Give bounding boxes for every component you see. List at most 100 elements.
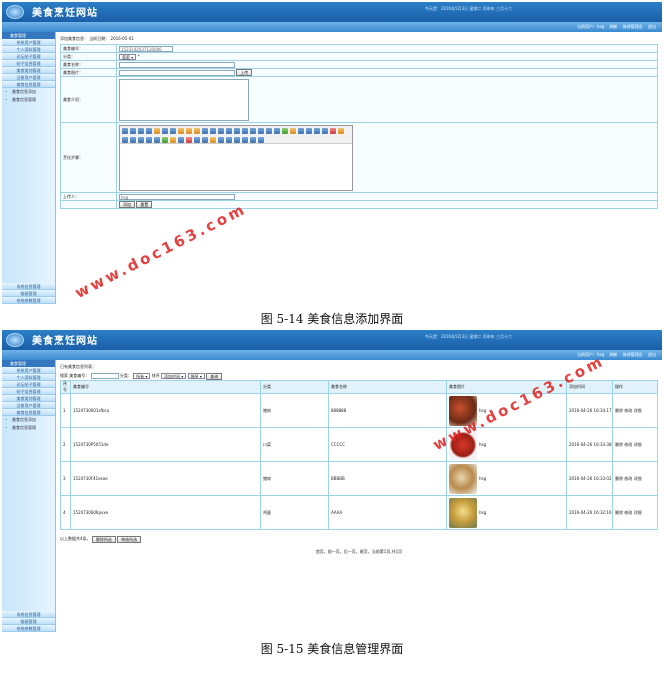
pagination[interactable]: 首页，前一页，后一页，尾页，当前第1页,共1页 <box>60 549 658 555</box>
emoticon-icon[interactable] <box>210 136 216 143</box>
flash-icon[interactable] <box>178 136 184 143</box>
about-icon[interactable] <box>258 136 264 143</box>
sort-order-select[interactable]: 降序 ▾ <box>187 373 205 379</box>
row-actions[interactable]: 删除 修改 详细 <box>612 393 658 428</box>
logout-link[interactable]: 退出 <box>648 352 656 357</box>
font-family-icon[interactable] <box>314 127 320 134</box>
sidebar-item-food-category[interactable]: 美食类别管理 <box>2 395 55 402</box>
sidebar-item-food-info[interactable]: 美食信息管理 <box>2 409 55 416</box>
modify-admin-link[interactable]: 修改管理员 <box>623 352 643 357</box>
sidebar-sub-manage-food[interactable]: 美食信息管理 <box>2 96 55 104</box>
unordered-list-icon[interactable] <box>242 127 248 134</box>
sidebar-item-system-info[interactable]: 系统信息管理 <box>2 283 55 290</box>
ordered-list-icon[interactable] <box>234 127 240 134</box>
name-input[interactable] <box>119 61 235 68</box>
upload-button[interactable]: 上传 <box>236 69 253 76</box>
row-actions[interactable]: 删除 修改 详细 <box>612 495 658 530</box>
uploader-input[interactable]: hsg <box>119 193 235 200</box>
highlight-icon[interactable] <box>338 127 344 134</box>
search-input[interactable] <box>90 373 119 379</box>
sidebar-item-links[interactable]: 链接管理 <box>2 618 55 625</box>
line-height-icon[interactable] <box>154 136 160 143</box>
align-right-icon[interactable] <box>218 127 224 134</box>
sidebar-item-profile[interactable]: 个人资料管理 <box>2 374 55 381</box>
cut-icon[interactable] <box>162 127 168 134</box>
sidebar-sub-manage-food[interactable]: 美食信息管理 <box>2 424 55 432</box>
sidebar-head[interactable]: 美食管理 <box>2 32 55 39</box>
review-selected-button[interactable]: 审核所选 <box>117 535 142 543</box>
special-char-icon[interactable] <box>218 136 224 143</box>
refresh-link[interactable]: 刷新 <box>609 24 617 29</box>
subscript-icon[interactable] <box>266 127 272 134</box>
sidebar-sub-add-food[interactable]: 美食信息添加 <box>2 416 55 424</box>
delete-selected-button[interactable]: 删除所选 <box>91 535 116 543</box>
italic-icon[interactable] <box>130 136 136 143</box>
source-icon[interactable] <box>122 127 128 134</box>
reset-button[interactable]: 重置 <box>136 201 153 208</box>
paste-text-icon[interactable] <box>186 127 192 134</box>
paste-word-icon[interactable] <box>194 127 200 134</box>
redo-icon[interactable] <box>138 127 144 134</box>
table-icon[interactable] <box>194 136 200 143</box>
preview-icon[interactable] <box>154 127 160 134</box>
align-justify-icon[interactable] <box>226 127 232 134</box>
sidebar-item-system-info[interactable]: 系统信息管理 <box>2 611 55 618</box>
logout-link[interactable]: 退出 <box>648 24 656 29</box>
sidebar-item-post-info[interactable]: 帖子信息管理 <box>2 60 55 67</box>
search-button[interactable]: 查询 <box>206 372 223 380</box>
strikethrough-icon[interactable] <box>146 136 152 143</box>
sidebar-item-forum-posts[interactable]: 论坛帖子管理 <box>2 381 55 388</box>
sidebar-item-forum-posts[interactable]: 论坛帖子管理 <box>2 53 55 60</box>
align-left-icon[interactable] <box>202 127 208 134</box>
undo-icon[interactable] <box>130 127 136 134</box>
image-icon[interactable] <box>162 136 168 143</box>
sidebar-head[interactable]: 美食管理 <box>2 360 55 367</box>
unlink-icon[interactable] <box>250 136 256 143</box>
underline-icon[interactable] <box>138 136 144 143</box>
modify-admin-link[interactable]: 修改管理员 <box>623 24 643 29</box>
superscript-icon[interactable] <box>274 127 280 134</box>
sidebar-item-system-users[interactable]: 系统用户管理 <box>2 39 55 46</box>
paste-icon[interactable] <box>178 127 184 134</box>
sidebar-item-profile[interactable]: 个人资料管理 <box>2 46 55 53</box>
sidebar-item-registered-users[interactable]: 注册用户管理 <box>2 402 55 409</box>
row-actions[interactable]: 删除 修改 详细 <box>612 461 658 496</box>
sidebar-item-food-info[interactable]: 美食信息管理 <box>2 81 55 88</box>
anchor-icon[interactable] <box>234 136 240 143</box>
category-filter-select[interactable]: 所有 ▾ <box>133 373 151 379</box>
hr-icon[interactable] <box>202 136 208 143</box>
heading-icon[interactable] <box>306 127 312 134</box>
image-input[interactable] <box>119 69 235 76</box>
link-icon[interactable] <box>242 136 248 143</box>
sidebar-item-food-category[interactable]: 美食类别管理 <box>2 67 55 74</box>
sidebar-item-registered-users[interactable]: 注册用户管理 <box>2 74 55 81</box>
sidebar-item-post-info[interactable]: 帖子信息管理 <box>2 388 55 395</box>
fullscreen-icon[interactable] <box>298 127 304 134</box>
intro-textarea[interactable] <box>119 78 249 121</box>
select-all-icon[interactable] <box>290 127 296 134</box>
sidebar-item-links[interactable]: 链接管理 <box>2 290 55 297</box>
multi-image-icon[interactable] <box>170 136 176 143</box>
sidebar-item-system-users[interactable]: 系统用户管理 <box>2 367 55 374</box>
indent-icon[interactable] <box>250 127 256 134</box>
bold-icon[interactable] <box>122 136 128 143</box>
rich-text-editor[interactable] <box>119 124 353 191</box>
page-break-icon[interactable] <box>226 136 232 143</box>
sidebar-item-system-params[interactable]: 系统参数管理 <box>2 625 55 632</box>
refresh-link[interactable]: 刷新 <box>609 352 617 357</box>
align-center-icon[interactable] <box>210 127 216 134</box>
category-select[interactable]: 葡萄 ▾ <box>119 53 137 60</box>
outdent-icon[interactable] <box>258 127 264 134</box>
row-actions[interactable]: 删除 修改 详细 <box>612 427 658 462</box>
sidebar-sub-add-food[interactable]: 美食信息添加 <box>2 88 55 96</box>
sort-field-select[interactable]: 添加时间 ▾ <box>160 373 187 379</box>
clear-format-icon[interactable] <box>282 127 288 134</box>
font-size-icon[interactable] <box>322 127 328 134</box>
sidebar-item-system-params[interactable]: 系统参数管理 <box>2 297 55 304</box>
copy-icon[interactable] <box>170 127 176 134</box>
print-icon[interactable] <box>146 127 152 134</box>
media-icon[interactable] <box>186 136 192 143</box>
font-color-icon[interactable] <box>330 127 336 134</box>
submit-button[interactable]: 添加 <box>119 201 135 208</box>
code-input[interactable]: 1523142037130006 <box>119 45 173 52</box>
